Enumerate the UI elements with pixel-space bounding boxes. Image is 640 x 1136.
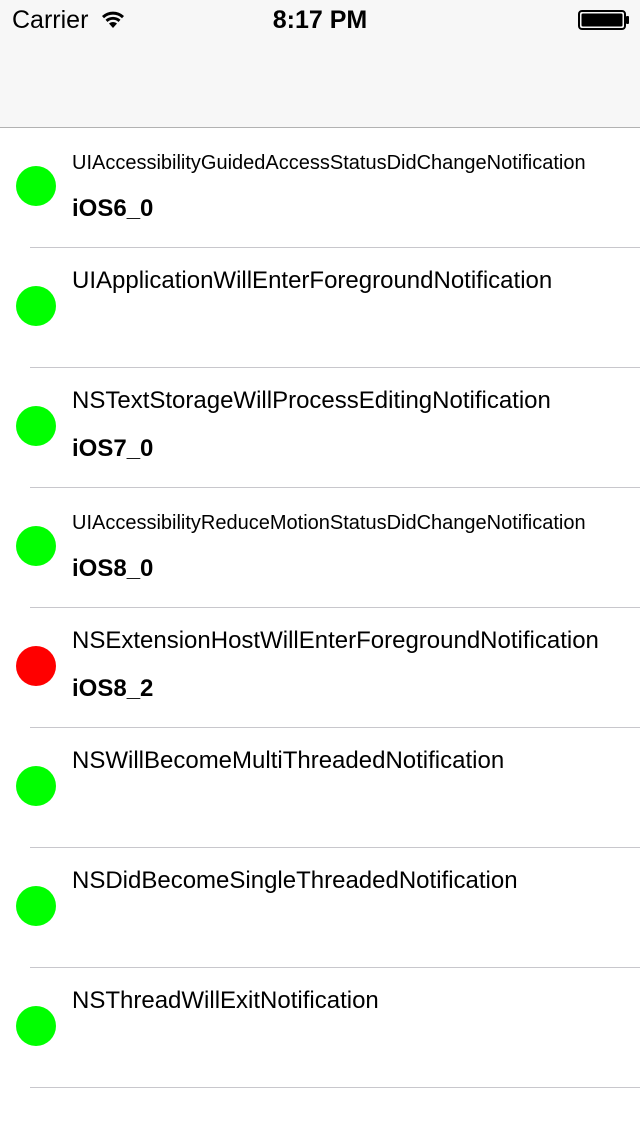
row-title: NSExtensionHostWillEnterForegroundNotifi… [72, 627, 599, 654]
row-version-label: iOS7_0 [72, 435, 154, 462]
row-separator [30, 1087, 640, 1088]
table-row[interactable]: UIApplicationWillEnterForegroundNotifica… [0, 248, 640, 368]
row-version-label: iOS6_0 [72, 195, 154, 222]
battery-icon [578, 10, 629, 30]
row-title: NSThreadWillExitNotification [72, 987, 379, 1014]
status-dot-green [16, 1006, 56, 1046]
notification-list: UIAccessibilityGuidedAccessStatusDidChan… [0, 128, 640, 1088]
table-row[interactable]: NSWillBecomeMultiThreadedNotification [0, 728, 640, 848]
table-row[interactable]: NSExtensionHostWillEnterForegroundNotifi… [0, 608, 640, 728]
table-row[interactable]: NSThreadWillExitNotification [0, 968, 640, 1088]
status-bar: Carrier 8:17 PM [0, 0, 640, 40]
table-row[interactable]: NSDidBecomeSingleThreadedNotification [0, 848, 640, 968]
status-dot-green [16, 526, 56, 566]
status-dot-green [16, 886, 56, 926]
status-dot-green [16, 406, 56, 446]
row-version-label: iOS8_0 [72, 555, 154, 582]
table-row[interactable]: NSTextStorageWillProcessEditingNotificat… [0, 368, 640, 488]
table-row[interactable]: UIAccessibilityReduceMotionStatusDidChan… [0, 488, 640, 608]
row-title: UIApplicationWillEnterForegroundNotifica… [72, 267, 553, 294]
status-dot-green [16, 286, 56, 326]
status-dot-green [16, 766, 56, 806]
row-title: NSWillBecomeMultiThreadedNotification [72, 747, 505, 774]
row-title: UIAccessibilityGuidedAccessStatusDidChan… [72, 152, 586, 174]
clock-time: 8:17 PM [272, 6, 368, 34]
row-title: NSTextStorageWillProcessEditingNotificat… [72, 387, 551, 414]
row-title: NSDidBecomeSingleThreadedNotification [72, 867, 518, 894]
status-dot-green [16, 166, 56, 206]
status-dot-red [16, 646, 56, 686]
navigation-bar: Carrier 8:17 PM [0, 0, 640, 128]
table-row[interactable]: UIAccessibilityGuidedAccessStatusDidChan… [0, 128, 640, 248]
row-version-label: iOS8_2 [72, 675, 154, 702]
row-title: UIAccessibilityReduceMotionStatusDidChan… [72, 512, 586, 534]
